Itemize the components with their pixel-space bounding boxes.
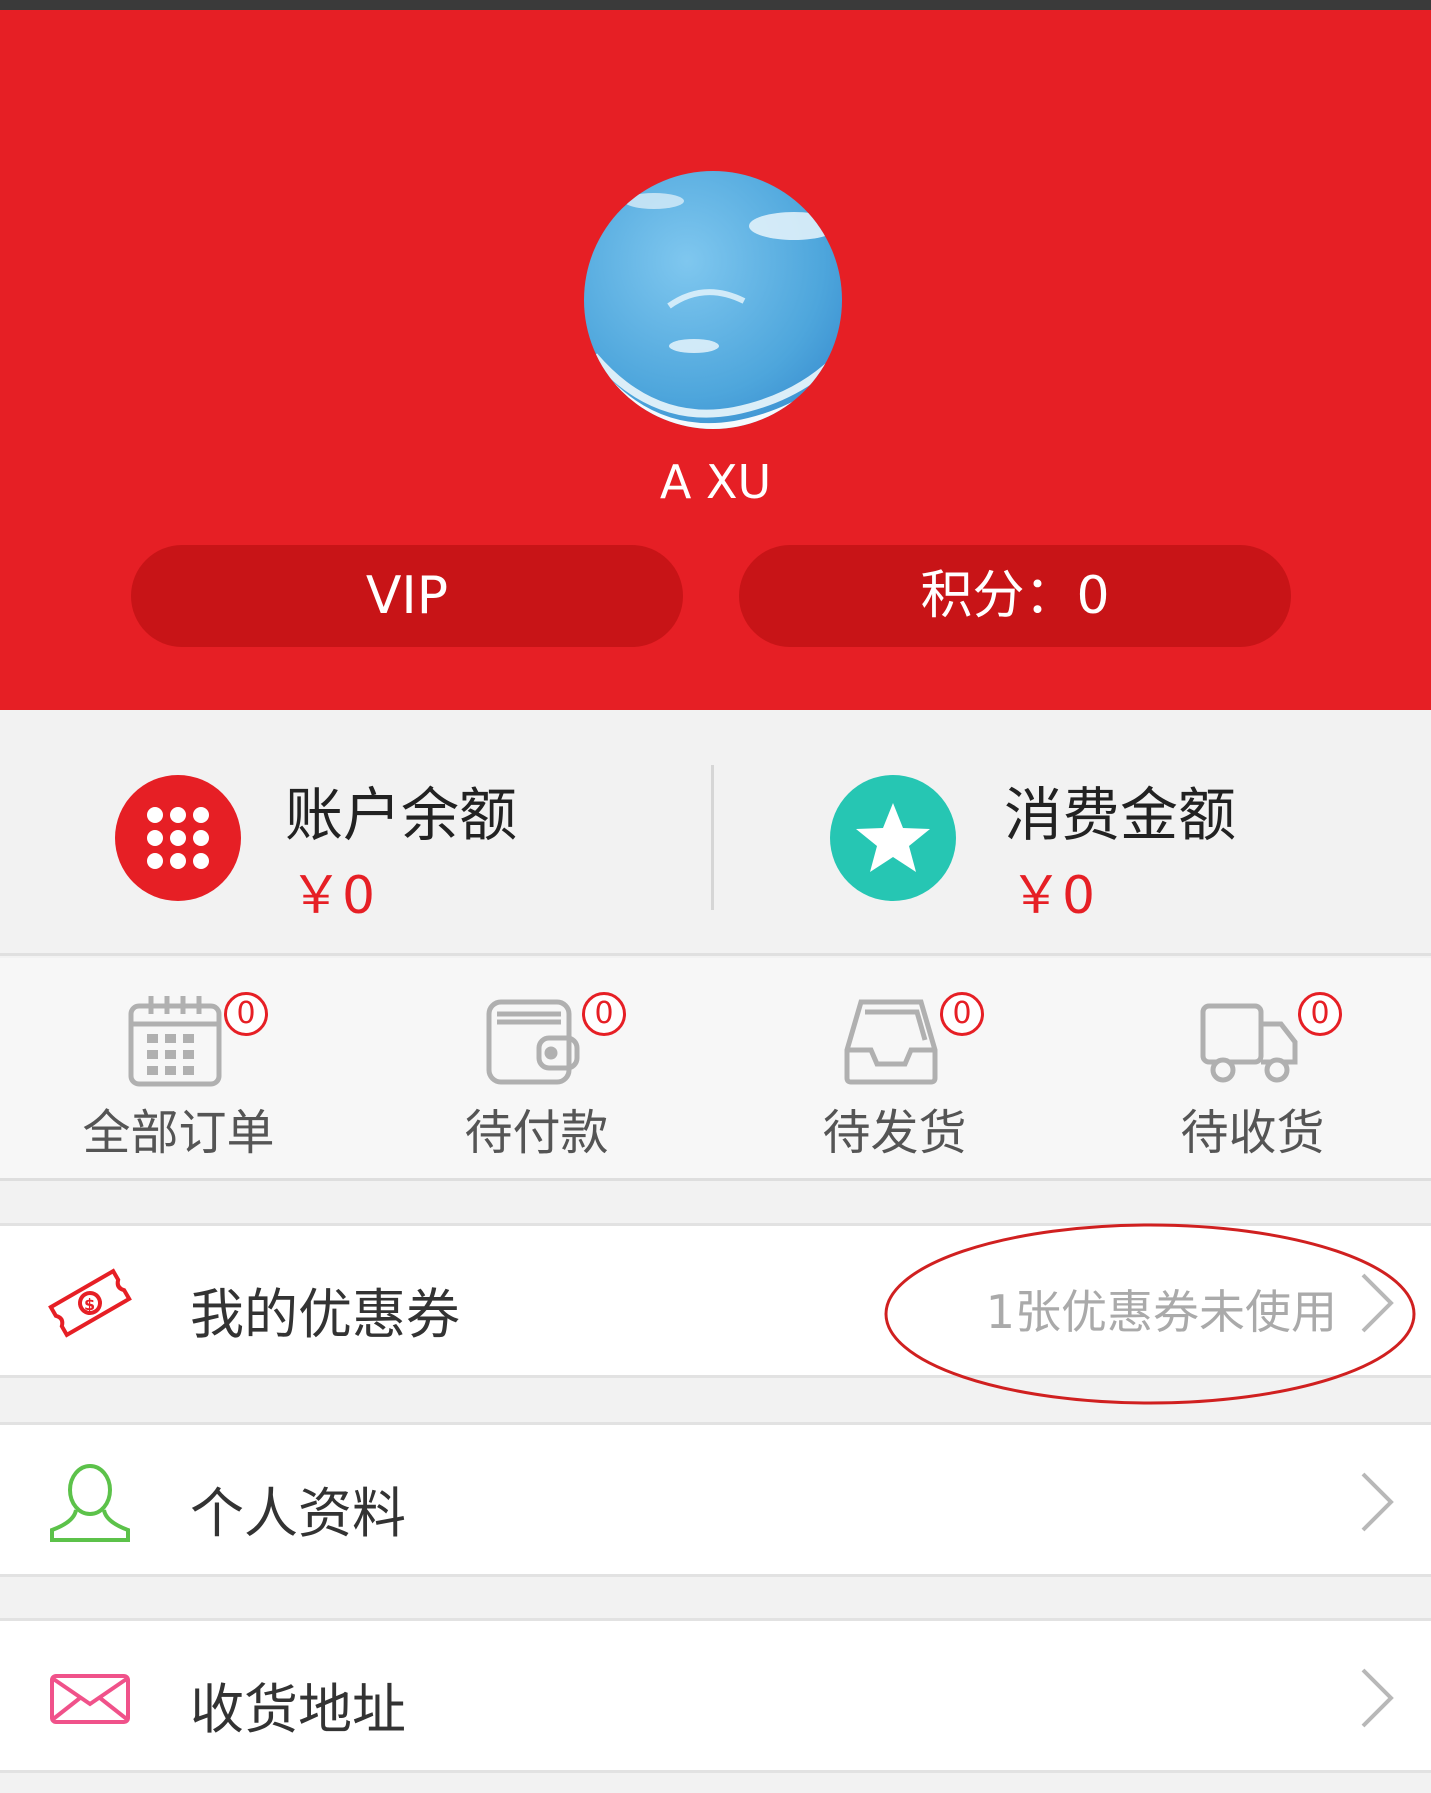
star-icon bbox=[830, 775, 956, 901]
order-all[interactable]: 0 全部订单 bbox=[0, 958, 357, 1178]
wallet-icon bbox=[483, 990, 583, 1090]
svg-text:$: $ bbox=[84, 1295, 95, 1314]
username: A XU bbox=[659, 455, 772, 509]
order-pending-shipment-label: 待发货 bbox=[822, 1105, 967, 1161]
inbox-icon bbox=[841, 990, 941, 1090]
menu-item-profile-label: 个人资料 bbox=[190, 1482, 406, 1545]
menu-item-address-label: 收货地址 bbox=[190, 1678, 406, 1741]
envelope-icon bbox=[48, 1656, 132, 1740]
order-pending-payment[interactable]: 0 待付款 bbox=[358, 958, 715, 1178]
menu-item-coupons-label: 我的优惠券 bbox=[190, 1283, 460, 1346]
order-all-label: 全部订单 bbox=[82, 1105, 275, 1161]
account-balance[interactable]: 账户余额 ￥0 bbox=[0, 713, 711, 956]
avatar[interactable] bbox=[584, 171, 842, 429]
spend-amount-label: 消费金额 bbox=[1004, 781, 1237, 849]
order-status-bar: 0 全部订单 0 待付款 0 待发货 0 待收货 bbox=[0, 958, 1431, 1181]
balance-panel: 账户余额 ￥0 消费金额 ￥0 bbox=[0, 713, 1431, 956]
order-count-badge: 0 bbox=[1298, 992, 1342, 1036]
order-pending-payment-label: 待付款 bbox=[464, 1105, 609, 1161]
chevron-right-icon bbox=[1357, 1470, 1397, 1534]
menu-item-profile[interactable]: 个人资料 bbox=[0, 1422, 1431, 1577]
spend-amount-value: ￥0 bbox=[1010, 866, 1096, 926]
order-pending-receipt-label: 待收货 bbox=[1180, 1105, 1325, 1161]
vip-button[interactable]: VIP bbox=[131, 545, 683, 647]
annotation-ellipse bbox=[882, 1220, 1420, 1410]
coupon-icon: $ bbox=[48, 1261, 132, 1345]
person-icon bbox=[48, 1460, 132, 1544]
status-bar bbox=[0, 0, 1431, 10]
order-pending-shipment[interactable]: 0 待发货 bbox=[716, 958, 1073, 1178]
calendar-icon bbox=[125, 990, 225, 1090]
order-count-badge: 0 bbox=[940, 992, 984, 1036]
menu-item-address[interactable]: 收货地址 bbox=[0, 1618, 1431, 1773]
order-pending-receipt[interactable]: 0 待收货 bbox=[1074, 958, 1431, 1178]
points-button[interactable]: 积分：0 bbox=[739, 545, 1291, 647]
order-count-badge: 0 bbox=[224, 992, 268, 1036]
spend-amount[interactable]: 消费金额 ￥0 bbox=[714, 713, 1431, 956]
account-balance-value: ￥0 bbox=[290, 866, 376, 926]
truck-icon bbox=[1199, 990, 1299, 1090]
account-balance-label: 账户余额 bbox=[285, 781, 518, 849]
profile-header: A XU VIP 积分：0 bbox=[0, 10, 1431, 710]
grid-dots-icon bbox=[115, 775, 241, 901]
order-count-badge: 0 bbox=[582, 992, 626, 1036]
chevron-right-icon bbox=[1357, 1666, 1397, 1730]
